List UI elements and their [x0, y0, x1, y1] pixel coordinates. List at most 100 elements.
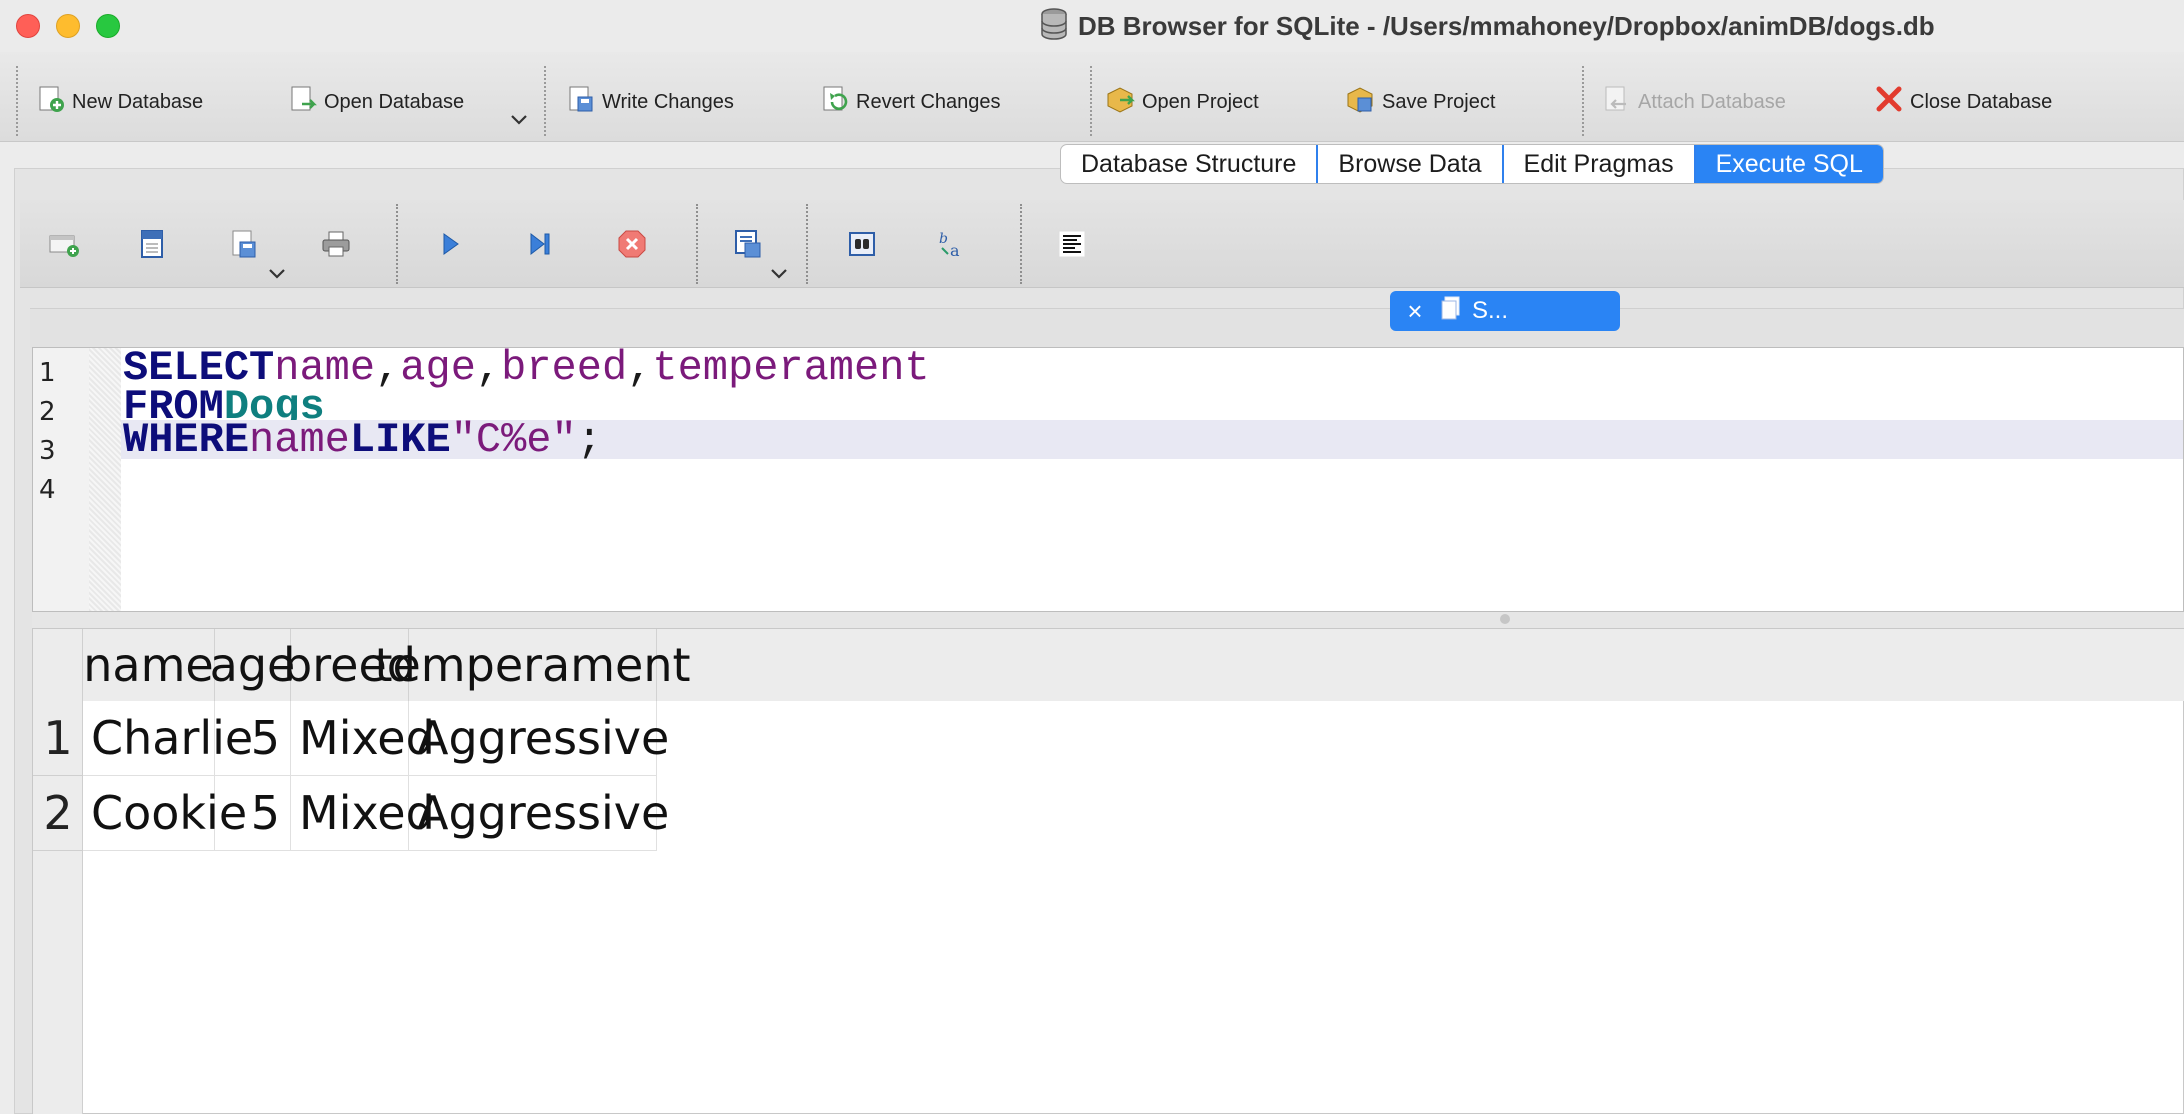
table-cell[interactable]: Charlie [83, 701, 253, 776]
open-database-button[interactable]: Open Database [288, 82, 464, 122]
revert-changes-button[interactable]: Revert Changes [820, 82, 1001, 122]
app-window: DB Browser for SQLite - /Users/mmahoney/… [0, 0, 2184, 1114]
execute-all-button[interactable] [430, 226, 470, 266]
line-number: 1 [39, 358, 56, 388]
binoculars-icon [846, 229, 878, 264]
sql-keyword: WHERE [123, 415, 250, 464]
open-database-label: Open Database [324, 90, 465, 113]
save-project-button[interactable]: Save Project [1344, 82, 1495, 122]
play-icon [438, 230, 462, 263]
window-zoom-button[interactable] [96, 14, 120, 38]
toolbar-separator [696, 204, 698, 284]
row-number[interactable]: 2 [33, 776, 83, 851]
open-project-button[interactable]: Open Project [1104, 82, 1259, 122]
save-results-dropdown-chevron-icon[interactable] [770, 264, 788, 285]
open-database-icon [288, 84, 318, 120]
toolbar-separator [396, 204, 398, 284]
close-database-button[interactable]: Close Database [1874, 82, 2052, 122]
sql-column: name [249, 415, 350, 464]
column-header-name[interactable]: name [83, 629, 215, 701]
tab-browse-data[interactable]: Browse Data [1318, 145, 1504, 183]
tab-database-structure[interactable]: Database Structure [1061, 145, 1319, 183]
attach-database-label: Attach Database [1638, 90, 1786, 113]
column-header-age[interactable]: age [210, 629, 295, 701]
toolbar-separator [544, 66, 546, 136]
toolbar-separator [16, 66, 18, 136]
table-cell[interactable]: Mixed [291, 776, 435, 851]
table-cell[interactable]: Mixed [291, 701, 435, 776]
print-button[interactable] [316, 226, 356, 266]
write-changes-label: Write Changes [602, 90, 734, 113]
find-replace-icon: ba [936, 228, 968, 265]
open-project-label: Open Project [1142, 90, 1259, 113]
sql-editor[interactable]: 1 2 3 4 SELECT name, age, breed, tempera… [32, 344, 2184, 612]
open-sql-file-button[interactable] [132, 226, 172, 266]
title-bar: DB Browser for SQLite - /Users/mmahoney/… [0, 0, 2184, 52]
sql-keyword: LIKE [349, 415, 451, 464]
line-number: 4 [39, 475, 56, 505]
toolbar-separator [806, 204, 808, 284]
close-database-icon [1874, 84, 1904, 120]
write-changes-button[interactable]: Write Changes [566, 82, 734, 122]
table-cell[interactable]: 5 [215, 776, 291, 851]
table-cell[interactable]: 5 [215, 701, 291, 776]
toolbar-separator [1582, 66, 1584, 136]
row-number[interactable]: 1 [33, 701, 83, 776]
sql-file-icon [1440, 295, 1462, 328]
fold-margin [89, 348, 121, 611]
line-number: 3 [39, 436, 56, 466]
find-replace-button[interactable]: ba [932, 226, 972, 266]
new-database-label: New Database [72, 90, 204, 113]
new-database-icon [36, 84, 66, 120]
window-minimize-button[interactable] [56, 14, 80, 38]
open-sql-file-icon [137, 228, 167, 265]
find-text-button[interactable] [842, 226, 882, 266]
save-results-button[interactable] [728, 226, 768, 266]
save-sql-file-icon [229, 228, 259, 265]
open-tab-icon [47, 229, 81, 264]
revert-changes-icon [820, 84, 850, 120]
revert-changes-label: Revert Changes [856, 90, 1001, 113]
splitter-handle-icon[interactable] [1500, 614, 1510, 624]
sql-editor-tab-label: S... [1472, 297, 1509, 324]
close-database-label: Close Database [1910, 90, 2053, 113]
save-results-icon [732, 228, 764, 265]
open-database-dropdown-chevron-icon[interactable] [510, 110, 528, 131]
comment-lines-button[interactable] [1052, 226, 1092, 266]
stop-execution-button[interactable] [612, 226, 652, 266]
step-forward-icon [526, 230, 554, 263]
code-line-3: WHERE name LIKE "C%e"; [121, 416, 2183, 464]
save-project-label: Save Project [1382, 90, 1496, 113]
save-project-icon [1344, 84, 1376, 120]
sql-toolbar: ba [20, 200, 2184, 288]
editor-results-splitter[interactable] [32, 612, 2184, 628]
tab-execute-sql[interactable]: Execute SQL [1695, 145, 1883, 183]
attach-database-icon [1602, 84, 1632, 120]
write-changes-icon [566, 84, 596, 120]
save-sql-file-button[interactable] [224, 226, 264, 266]
database-icon [1040, 7, 1068, 45]
toolbar-separator [1090, 66, 1092, 136]
table-cell[interactable]: Aggressive [409, 701, 669, 776]
tab-edit-pragmas[interactable]: Edit Pragmas [1504, 145, 1696, 183]
window-title: DB Browser for SQLite - /Users/mmahoney/… [1078, 10, 1935, 41]
svg-text:a: a [950, 241, 960, 260]
line-number: 2 [39, 397, 56, 427]
column-header-temperament[interactable]: temperament [374, 629, 691, 701]
main-toolbar: New Database Open Database Write Changes… [0, 52, 2184, 142]
sql-editor-tab[interactable]: × S... [1390, 291, 1620, 331]
open-tab-button[interactable] [44, 226, 84, 266]
table-cell[interactable]: Aggressive [409, 776, 669, 851]
printer-icon [320, 229, 352, 264]
close-tab-icon[interactable]: × [1390, 296, 1440, 327]
new-database-button[interactable]: New Database [36, 82, 203, 122]
attach-database-button[interactable]: Attach Database [1602, 82, 1786, 122]
table-cell[interactable]: Cookie [83, 776, 247, 851]
save-sql-dropdown-chevron-icon[interactable] [268, 264, 286, 285]
window-close-button[interactable] [16, 14, 40, 38]
results-grid[interactable]: name age breed temperament 1 Charlie 5 M… [32, 628, 2184, 1114]
svg-text:b: b [939, 231, 948, 247]
stop-icon [616, 228, 648, 265]
sql-punctuation: ; [576, 415, 602, 464]
execute-current-line-button[interactable] [520, 226, 560, 266]
